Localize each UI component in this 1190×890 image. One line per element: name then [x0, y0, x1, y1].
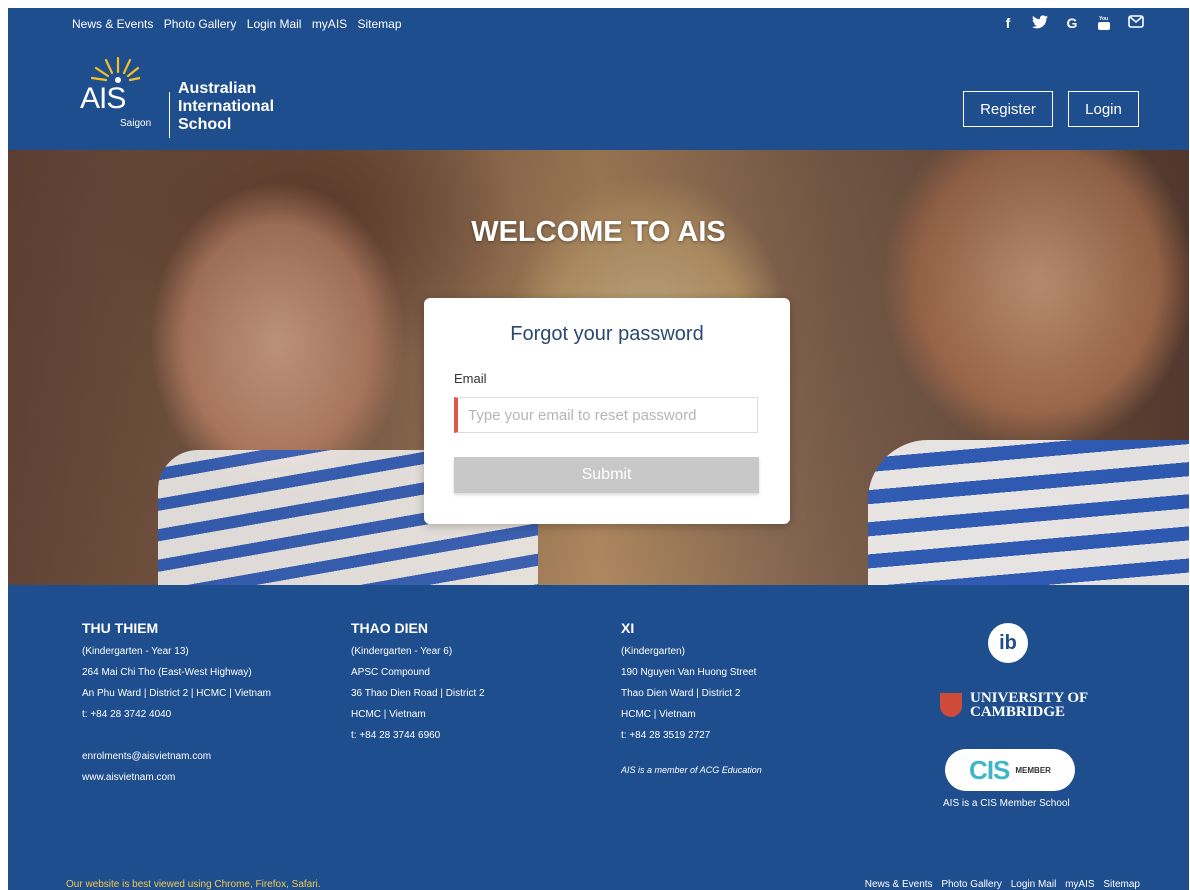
- submit-button[interactable]: Submit: [454, 457, 759, 493]
- browser-notice: Our website is best viewed using Chrome,…: [66, 879, 321, 890]
- sun-rays-icon: [90, 56, 140, 83]
- youtube-icon[interactable]: You: [1095, 15, 1113, 34]
- campus-line: (Kindergarten - Year 13): [82, 646, 189, 657]
- logo-divider: [169, 92, 170, 138]
- twitter-icon[interactable]: [1031, 15, 1049, 34]
- cis-member-badge: CIS MEMBER: [945, 749, 1075, 791]
- top-nav-links: News & Events Photo Gallery Login Mail m…: [72, 17, 409, 31]
- campus-phone: t: +84 28 3742 4040: [82, 709, 172, 720]
- campus-line: APSC Compound: [351, 667, 430, 678]
- site-footer: THU THIEM (Kindergarten - Year 13) 264 M…: [8, 585, 1189, 853]
- campus-line: 36 Thao Dien Road | District 2: [351, 688, 485, 699]
- top-bar: News & Events Photo Gallery Login Mail m…: [8, 8, 1189, 40]
- campus-line: (Kindergarten - Year 6): [351, 646, 453, 657]
- bottom-link-sitemap[interactable]: Sitemap: [1103, 879, 1140, 890]
- top-link-login-mail[interactable]: Login Mail: [247, 17, 302, 31]
- cambridge-line1: UNIVERSITY OF: [970, 690, 1089, 706]
- bottom-nav-links: News & Events Photo Gallery Login Mail m…: [859, 879, 1140, 890]
- welcome-heading: WELCOME TO AIS: [471, 216, 726, 248]
- school-name-line1: Australian: [178, 80, 257, 97]
- register-button[interactable]: Register: [963, 91, 1053, 127]
- site-header: AIS Saigon Australian International Scho…: [8, 40, 1189, 150]
- cis-mark: CIS: [969, 754, 1010, 785]
- campus-name: THAO DIEN: [351, 620, 428, 636]
- facebook-icon[interactable]: f: [999, 15, 1017, 34]
- campus-line: HCMC | Vietnam: [621, 709, 696, 720]
- acg-note: AIS is a member of ACG Education: [621, 765, 762, 775]
- logo-subtitle: Saigon: [120, 118, 152, 129]
- google-icon[interactable]: G: [1063, 15, 1081, 34]
- bottom-link-news-events[interactable]: News & Events: [865, 879, 933, 890]
- email-input[interactable]: [454, 397, 758, 433]
- campus-phone: t: +84 28 3519 2727: [621, 730, 711, 741]
- bottom-link-myais[interactable]: myAIS: [1065, 879, 1094, 890]
- hero-banner: WELCOME TO AIS Forgot your password Emai…: [8, 150, 1189, 585]
- logo-mark: AIS: [80, 82, 126, 115]
- top-link-myais[interactable]: myAIS: [312, 17, 347, 31]
- campus-line: 264 Mai Chi Tho (East-West Highway): [82, 667, 252, 678]
- campus-line: An Phu Ward | District 2 | HCMC | Vietna…: [82, 688, 271, 699]
- email-icon[interactable]: [1127, 15, 1145, 34]
- school-name-line2: International: [178, 98, 275, 115]
- login-button[interactable]: Login: [1068, 91, 1139, 127]
- card-title: Forgot your password: [510, 323, 704, 345]
- top-link-photo-gallery[interactable]: Photo Gallery: [164, 17, 237, 31]
- cis-caption: AIS is a CIS Member School: [943, 798, 1070, 809]
- campus-xi: XI (Kindergarten) 190 Nguyen Van Huong S…: [621, 619, 762, 781]
- cambridge-line2: CAMBRIDGE: [970, 704, 1066, 720]
- campus-name: THU THIEM: [82, 620, 159, 636]
- school-name-line3: School: [178, 116, 232, 133]
- website-link[interactable]: www.aisvietnam.com: [82, 767, 271, 788]
- campus-name: XI: [621, 620, 635, 636]
- ib-logo: ib: [988, 623, 1028, 663]
- social-icons: f G You: [999, 15, 1145, 34]
- campus-line: 190 Nguyen Van Huong Street: [621, 667, 757, 678]
- bottom-bar: Our website is best viewed using Chrome,…: [8, 853, 1189, 890]
- page-frame: News & Events Photo Gallery Login Mail m…: [8, 8, 1189, 890]
- campus-thao-dien: THAO DIEN (Kindergarten - Year 6) APSC C…: [351, 619, 485, 746]
- enrolments-email-link[interactable]: enrolments@aisvietnam.com: [82, 746, 271, 767]
- campus-thu-thiem: THU THIEM (Kindergarten - Year 13) 264 M…: [82, 619, 271, 788]
- school-name: Australian International School: [178, 80, 274, 134]
- cambridge-shield-icon: [940, 693, 962, 717]
- campus-phone: t: +84 28 3744 6960: [351, 730, 441, 741]
- email-label: Email: [454, 371, 487, 386]
- cambridge-logo: UNIVERSITY OF CAMBRIDGE: [970, 690, 1089, 720]
- top-link-news-events[interactable]: News & Events: [72, 17, 153, 31]
- campus-line: Thao Dien Ward | District 2: [621, 688, 741, 699]
- bottom-link-photo-gallery[interactable]: Photo Gallery: [941, 879, 1002, 890]
- ais-logo[interactable]: AIS Saigon: [80, 54, 160, 142]
- svg-text:You: You: [1099, 16, 1108, 22]
- hero-photo-shirt-right: [868, 440, 1189, 585]
- bottom-link-login-mail[interactable]: Login Mail: [1011, 879, 1057, 890]
- forgot-password-card: Forgot your password Email Submit: [424, 298, 790, 524]
- campus-line: (Kindergarten): [621, 646, 685, 657]
- cis-member-text: MEMBER: [1015, 765, 1051, 775]
- campus-line: HCMC | Vietnam: [351, 709, 426, 720]
- top-link-sitemap[interactable]: Sitemap: [358, 17, 402, 31]
